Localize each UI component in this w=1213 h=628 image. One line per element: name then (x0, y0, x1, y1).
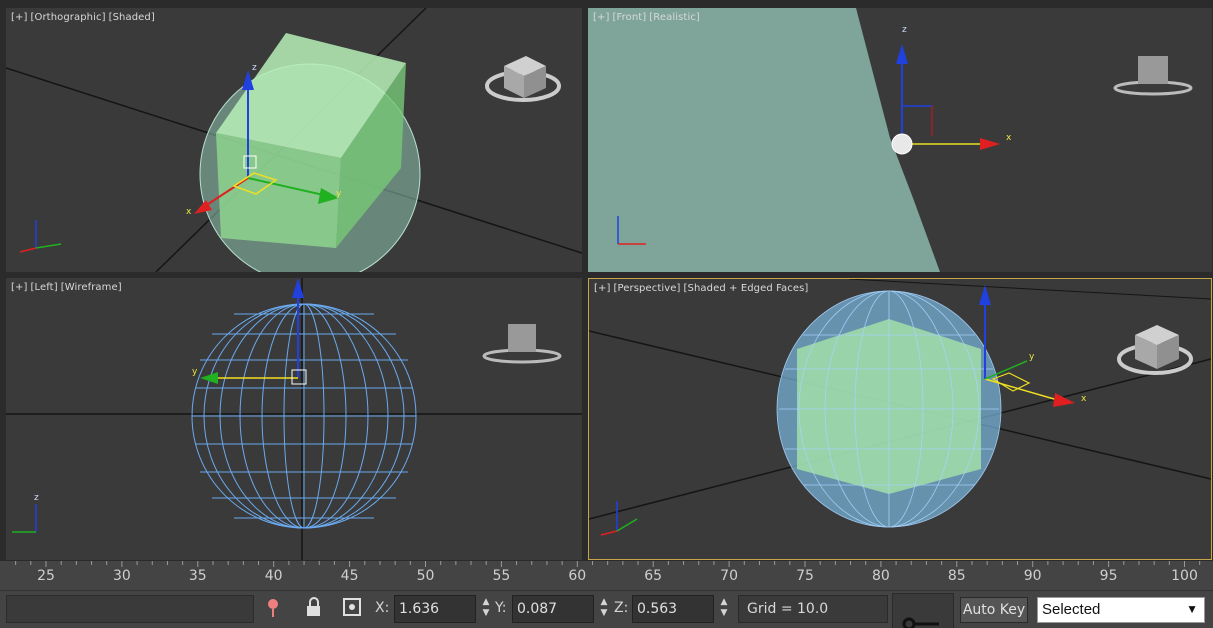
timeline-frame-label: 85 (947, 568, 966, 584)
viewport-label-perspective[interactable]: [+] [Perspective] [Shaded + Edged Faces] (594, 283, 811, 294)
perspective-scene: x y (589, 279, 1211, 536)
timeline-frame-label: 35 (188, 568, 207, 584)
viewport-view-menu[interactable]: [Perspective] (613, 283, 680, 294)
viewport-shading-menu[interactable]: [Wireframe] (61, 282, 122, 293)
left-scene: y z (6, 278, 582, 560)
perspective-sphere[interactable] (776, 290, 1002, 528)
key-icon (902, 617, 939, 628)
auto-key-button[interactable]: Auto Key (960, 597, 1028, 623)
timeline-frame-label: 25 (37, 568, 55, 584)
timeline-frame-label: 75 (796, 568, 814, 584)
viewport-shading-menu[interactable]: [Shaded] (109, 12, 155, 23)
absolute-mode-transform-icon[interactable] (342, 597, 362, 619)
time-ruler[interactable]: 25 30 35 40 45 50 55 60 65 70 75 80 85 90 95 100 (0, 560, 1213, 590)
top-axis-x-label: x (186, 207, 192, 217)
grid-size-display: Grid = 10.0 (738, 595, 888, 623)
viewport-plus-menu[interactable]: [+] (11, 12, 27, 23)
viewcube-left[interactable] (482, 324, 562, 364)
viewport-plus-menu[interactable]: [+] (594, 283, 610, 294)
front-scene: z x (588, 8, 1212, 272)
viewport-label-front[interactable]: [+] [Front] [Realistic] (593, 12, 703, 23)
viewport-view-menu[interactable]: [Orthographic] (30, 12, 105, 23)
viewport-view-menu[interactable]: [Front] (612, 12, 646, 23)
chevron-down-icon: ▼ (1186, 602, 1198, 616)
viewport-plus-menu[interactable]: [+] (11, 282, 27, 293)
timeline-frame-label: 80 (871, 568, 890, 584)
timeline-frame-label: 50 (416, 568, 435, 584)
viewport-front[interactable]: z x [+] [Front] [Realistic] (588, 8, 1212, 272)
front-axis-x-label: x (1006, 133, 1012, 143)
viewport-shading-menu[interactable]: [Shaded + Edged Faces] (684, 283, 809, 294)
y-coord-label: Y: (495, 600, 507, 616)
z-coord-label: Z: (614, 600, 629, 616)
viewport-label-orthographic[interactable]: [+] [Orthographic] [Shaded] (11, 12, 158, 23)
viewcube-perspective[interactable] (1117, 325, 1193, 375)
orthographic-scene: z y x (6, 8, 582, 272)
persp-axis-x-label: x (1081, 394, 1087, 404)
viewport-perspective[interactable]: x y [+] [Perspective] [Shaded + Edged Face… (588, 278, 1212, 560)
status-bar: X: 1.636 ▲ ▼ Y: 0.087 ▲ ▼ Z: 0.563 ▲ ▼ Grid… (0, 590, 1213, 628)
top-axis-z-label: z (252, 63, 257, 73)
y-coord-field[interactable]: 0.087 (512, 595, 594, 623)
timeline-frame-label: 90 (1023, 568, 1042, 584)
timeline-frame-label: 45 (340, 568, 359, 584)
viewport-left[interactable]: y z [+] [Left] [Wireframe] (6, 278, 582, 560)
viewcube[interactable] (485, 56, 561, 102)
key-filter-value: Selected (1042, 601, 1101, 618)
viewport-plus-menu[interactable]: [+] (593, 12, 609, 23)
x-coord-spinner[interactable]: ▲ ▼ (480, 597, 492, 621)
z-coord-field[interactable]: 0.563 (632, 595, 714, 623)
wireframe-sphere[interactable] (191, 303, 417, 529)
timeline-frame-label: 65 (644, 568, 663, 584)
top-axis-y-label: y (336, 189, 342, 199)
timeline-frame-label: 40 (264, 568, 283, 584)
x-coord-field[interactable]: 1.636 (394, 595, 476, 623)
y-coord-spinner[interactable]: ▲ ▼ (598, 597, 610, 621)
timeline-frame-label: 30 (112, 568, 131, 584)
lock-selection-icon[interactable] (304, 597, 324, 619)
key-filter-dropdown[interactable]: Selected ▼ (1037, 597, 1205, 623)
viewport-label-left[interactable]: [+] [Left] [Wireframe] (11, 282, 125, 293)
z-coord-spinner[interactable]: ▲ ▼ (718, 597, 730, 621)
left-axis-y-label: y (192, 367, 198, 377)
front-axis-z-label: z (902, 25, 907, 35)
maxscript-listener-field[interactable] (6, 595, 254, 623)
set-key-button[interactable] (892, 593, 954, 628)
timeline-frame-label: 60 (568, 568, 587, 584)
timeline-frame-label: 55 (492, 568, 511, 584)
x-coord-label: X: (375, 600, 390, 616)
timeline-frame-label: 95 (1099, 568, 1118, 584)
viewport-shading-menu[interactable]: [Realistic] (649, 12, 700, 23)
viewport-view-menu[interactable]: [Left] (30, 282, 57, 293)
persp-axis-y-label: y (1029, 352, 1035, 362)
left-corner-z-label: z (34, 493, 39, 503)
timeline-frame-label: 100 (1171, 568, 1198, 584)
viewport-orthographic[interactable]: z y x [+] [Orthographic] [Shaded] (6, 8, 582, 272)
timeline-frame-label: 70 (720, 568, 739, 584)
isolate-selection-icon[interactable] (264, 597, 284, 619)
